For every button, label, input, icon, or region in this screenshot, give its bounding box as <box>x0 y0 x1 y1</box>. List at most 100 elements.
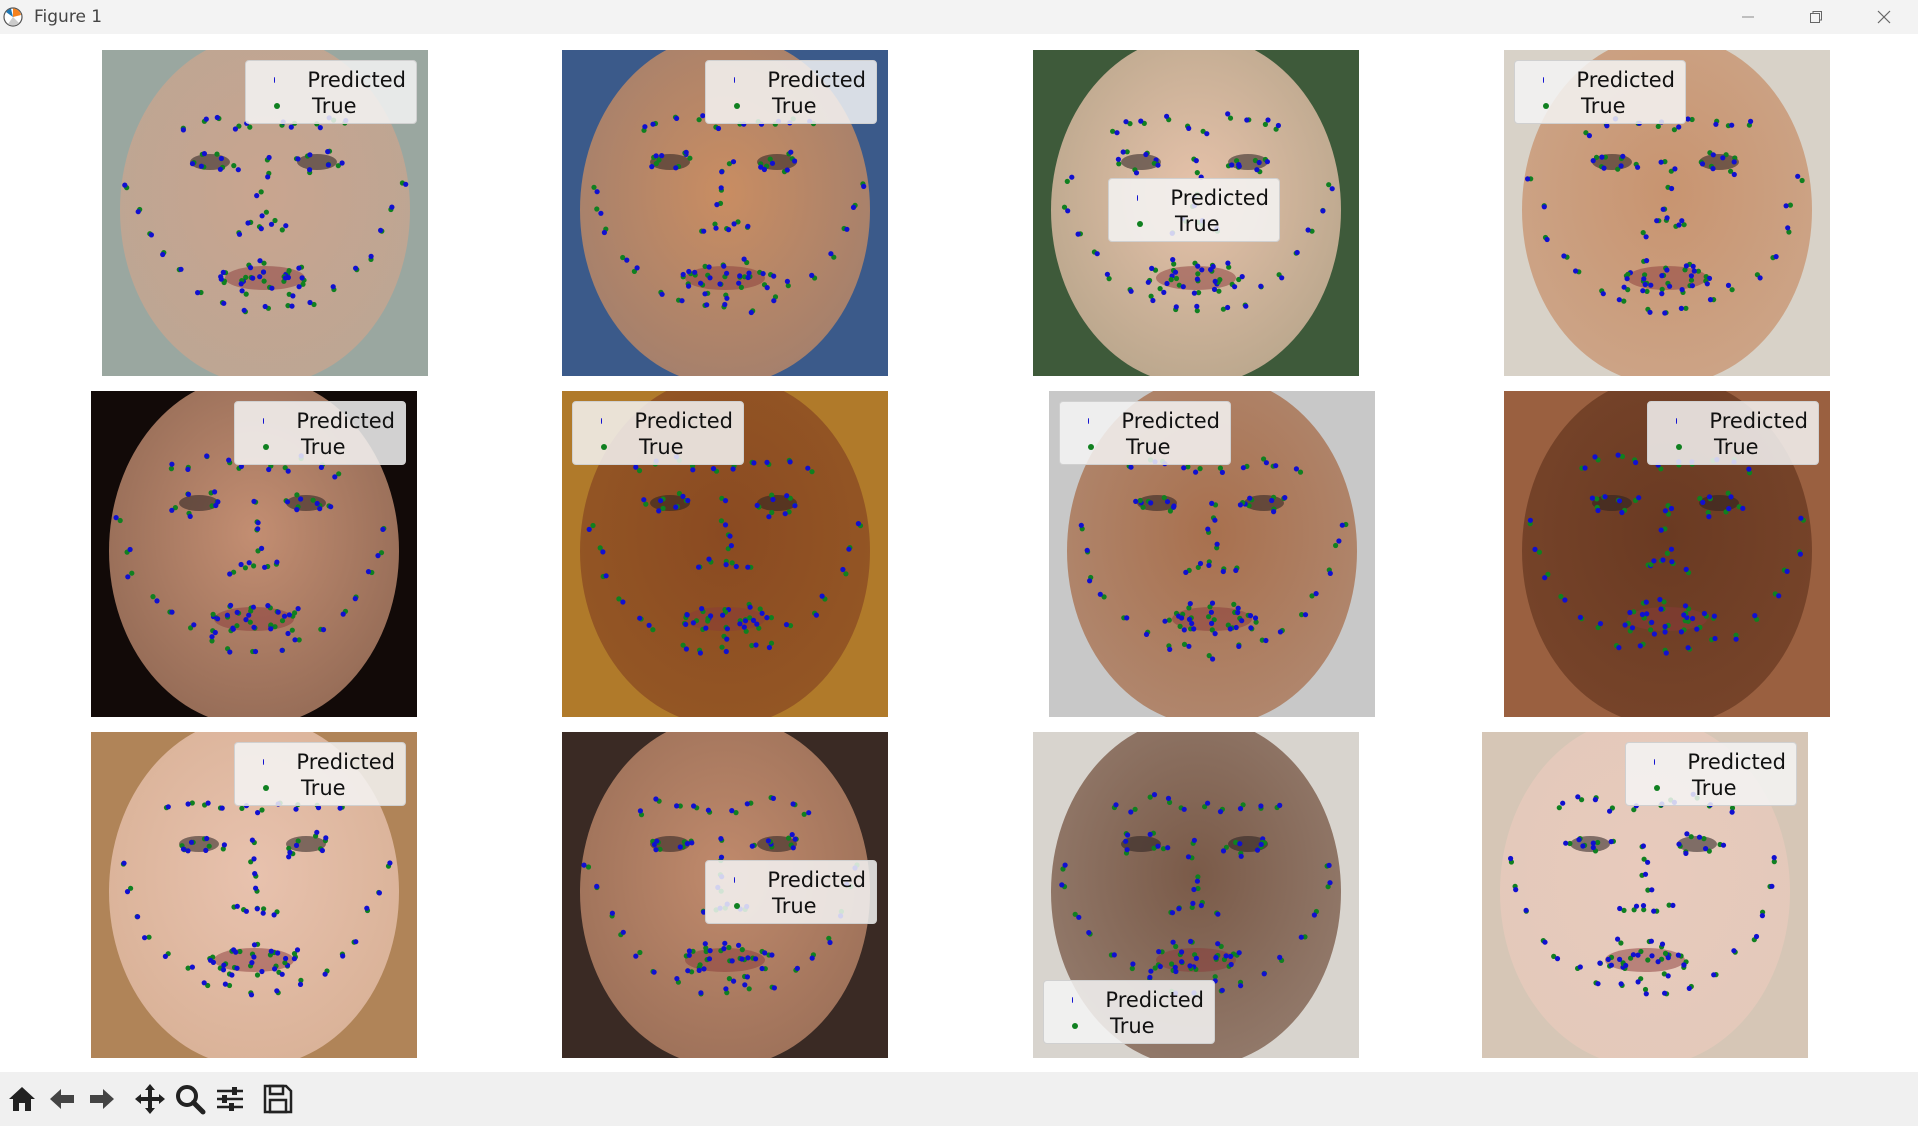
predicted-landmark <box>721 263 727 269</box>
predicted-landmark <box>274 559 280 565</box>
configure-subplots-button[interactable] <box>210 1079 250 1119</box>
true-landmark <box>263 209 269 215</box>
close-button[interactable] <box>1850 0 1918 34</box>
home-icon <box>9 1087 35 1111</box>
predicted-landmark <box>238 281 244 287</box>
predicted-landmark <box>697 650 703 656</box>
predicted-landmark <box>828 251 834 257</box>
true-landmark <box>1655 123 1661 129</box>
pan-button[interactable] <box>130 1079 170 1119</box>
predicted-landmark <box>1731 171 1737 178</box>
predicted-landmark <box>253 885 259 891</box>
legend-label-predicted: Predicted <box>634 409 733 433</box>
predicted-landmark <box>378 227 384 233</box>
predicted-landmark <box>1608 962 1614 968</box>
predicted-landmark <box>759 965 765 972</box>
predicted-landmark <box>1640 843 1646 849</box>
predicted-landmark <box>1731 159 1737 165</box>
predicted-landmark <box>770 496 776 503</box>
predicted-landmark <box>287 849 293 855</box>
predicted-landmark <box>1690 263 1696 269</box>
legend-marker-predicted <box>734 877 736 883</box>
predicted-landmark <box>1277 629 1283 635</box>
forward-button[interactable] <box>82 1079 122 1119</box>
predicted-landmark <box>1725 282 1732 288</box>
save-button[interactable] <box>258 1079 298 1119</box>
predicted-landmark <box>1157 963 1163 970</box>
predicted-landmark <box>1191 837 1197 843</box>
legend-4[interactable]: Predicted True <box>1514 60 1686 124</box>
predicted-landmark <box>733 563 739 570</box>
predicted-landmark <box>246 560 252 566</box>
predicted-landmark <box>1229 162 1235 168</box>
figure-canvas[interactable]: Predicted True Predicted True Predicted True P… <box>0 34 1918 1072</box>
legend-7[interactable]: Predicted True <box>1059 401 1231 465</box>
predicted-landmark <box>1233 567 1239 573</box>
legend-entry-predicted: Predicted <box>583 408 733 434</box>
predicted-landmark <box>295 156 301 162</box>
predicted-landmark <box>620 599 626 605</box>
legend-1[interactable]: Predicted True <box>245 60 417 124</box>
predicted-landmark <box>680 493 686 499</box>
legend-3[interactable]: Predicted True <box>1108 178 1280 242</box>
predicted-landmark <box>806 810 812 816</box>
zoom-button[interactable] <box>170 1079 210 1119</box>
predicted-landmark <box>1642 281 1648 288</box>
legend-2[interactable]: Predicted True <box>705 60 877 124</box>
predicted-landmark <box>742 618 749 624</box>
predicted-landmark <box>1686 985 1692 991</box>
legend-5[interactable]: Predicted True <box>234 401 406 465</box>
home-button[interactable] <box>2 1079 42 1119</box>
legend-marker-true <box>1137 221 1143 227</box>
legend-8[interactable]: Predicted True <box>1647 401 1819 465</box>
predicted-landmark <box>1273 463 1279 469</box>
predicted-landmark <box>1759 913 1765 919</box>
zoom-icon <box>176 1085 206 1115</box>
predicted-landmark <box>185 848 191 854</box>
true-landmark <box>1129 965 1135 972</box>
true-landmark <box>1326 182 1332 188</box>
predicted-landmark <box>673 504 679 510</box>
predicted-landmark <box>1167 646 1173 652</box>
predicted-landmark <box>1641 276 1647 282</box>
predicted-landmark <box>1619 509 1625 516</box>
predicted-landmark <box>813 612 819 618</box>
legend-6[interactable]: Predicted True <box>572 401 744 465</box>
predicted-landmark <box>1185 854 1192 860</box>
predicted-landmark <box>1197 560 1204 567</box>
predicted-landmark <box>699 606 705 612</box>
legend-9[interactable]: Predicted True <box>234 742 406 806</box>
predicted-landmark <box>1156 949 1162 955</box>
true-landmark <box>292 610 298 616</box>
legend-label-predicted: Predicted <box>767 68 866 92</box>
legend-entry-predicted: Predicted <box>1119 185 1269 211</box>
legend-marker-true <box>734 903 740 909</box>
predicted-landmark <box>243 617 249 623</box>
true-landmark <box>1171 261 1177 267</box>
true-landmark <box>1116 161 1122 167</box>
predicted-landmark <box>201 980 207 986</box>
predicted-landmark <box>1668 546 1675 552</box>
predicted-landmark <box>1513 887 1519 893</box>
legend-12[interactable]: Predicted True <box>1625 742 1797 806</box>
predicted-landmark <box>221 842 227 848</box>
back-button[interactable] <box>42 1079 82 1119</box>
legend-10[interactable]: Predicted True <box>705 860 877 924</box>
true-landmark <box>185 965 191 971</box>
predicted-landmark <box>1627 609 1633 616</box>
predicted-landmark <box>1111 952 1117 958</box>
minimize-button[interactable] <box>1714 0 1782 34</box>
predicted-landmark <box>741 256 747 262</box>
predicted-landmark <box>1239 618 1245 624</box>
predicted-landmark <box>322 971 328 977</box>
predicted-landmark <box>1150 297 1156 304</box>
predicted-landmark <box>730 159 737 165</box>
legend-marker-true <box>1654 785 1660 791</box>
legend-11[interactable]: Predicted True <box>1043 980 1215 1044</box>
restore-button[interactable] <box>1782 0 1850 34</box>
predicted-landmark <box>1688 273 1694 279</box>
predicted-landmark <box>1248 625 1254 631</box>
true-landmark <box>594 206 600 212</box>
predicted-landmark <box>1211 286 1218 292</box>
predicted-landmark <box>125 574 131 580</box>
